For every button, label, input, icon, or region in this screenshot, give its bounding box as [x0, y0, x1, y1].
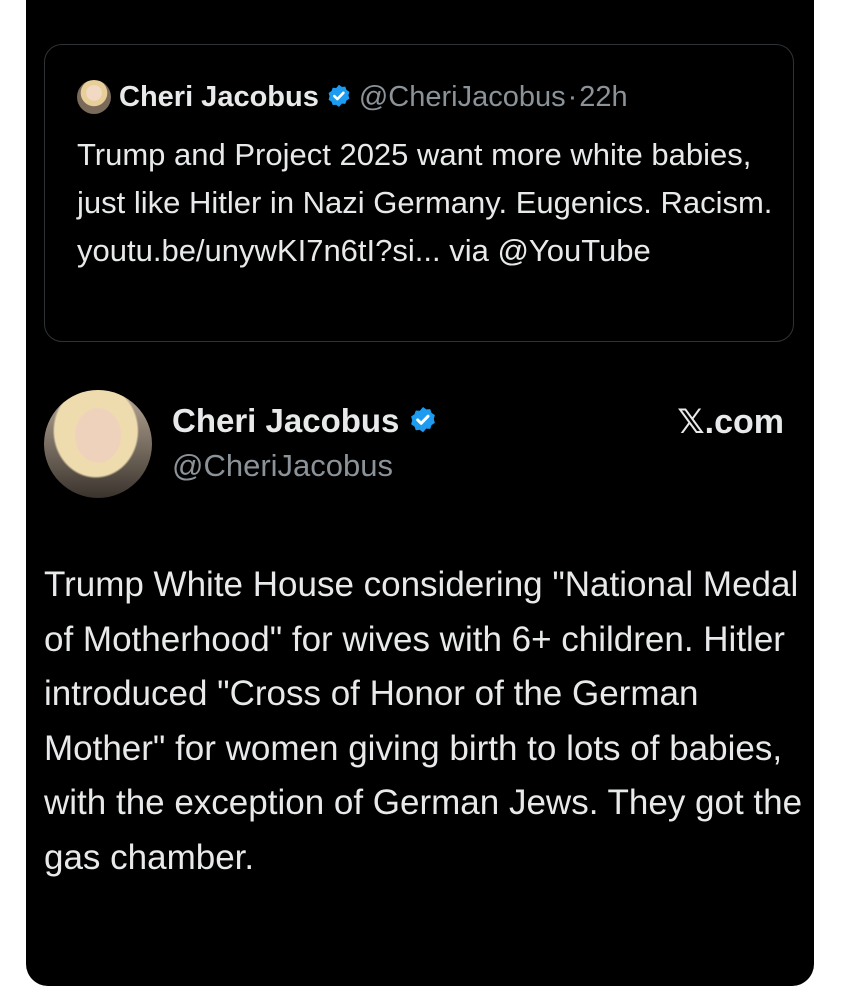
tweet-card: Cheri Jacobus @CheriJacobus · 22h Trump …	[26, 0, 814, 986]
x-com-source-label: 𝕏.com	[677, 403, 784, 441]
quoted-tweet-header: Cheri Jacobus @CheriJacobus · 22h	[77, 77, 628, 117]
quoted-tweet-text: Trump and Project 2025 want more white b…	[77, 137, 773, 268]
quoted-author-name[interactable]: Cheri Jacobus	[119, 81, 319, 114]
separator-dot: ·	[567, 80, 578, 113]
author-name[interactable]: Cheri Jacobus	[172, 402, 399, 440]
verified-badge-icon	[407, 405, 439, 437]
quoted-tweet-timestamp[interactable]: 22h	[579, 81, 627, 114]
tweet-text: Trump White House considering "National …	[44, 565, 803, 877]
quoted-author-avatar[interactable]	[77, 80, 111, 114]
author-name-row: Cheri Jacobus	[172, 402, 439, 440]
tweet-author-block: Cheri Jacobus @CheriJacobus 𝕏.com	[44, 390, 794, 500]
author-avatar[interactable]	[44, 390, 152, 498]
author-handle[interactable]: @CheriJacobus	[172, 448, 393, 484]
quoted-author-handle[interactable]: @CheriJacobus	[359, 81, 566, 114]
quoted-tweet[interactable]: Cheri Jacobus @CheriJacobus · 22h Trump …	[44, 44, 794, 342]
verified-badge-icon	[325, 83, 353, 111]
